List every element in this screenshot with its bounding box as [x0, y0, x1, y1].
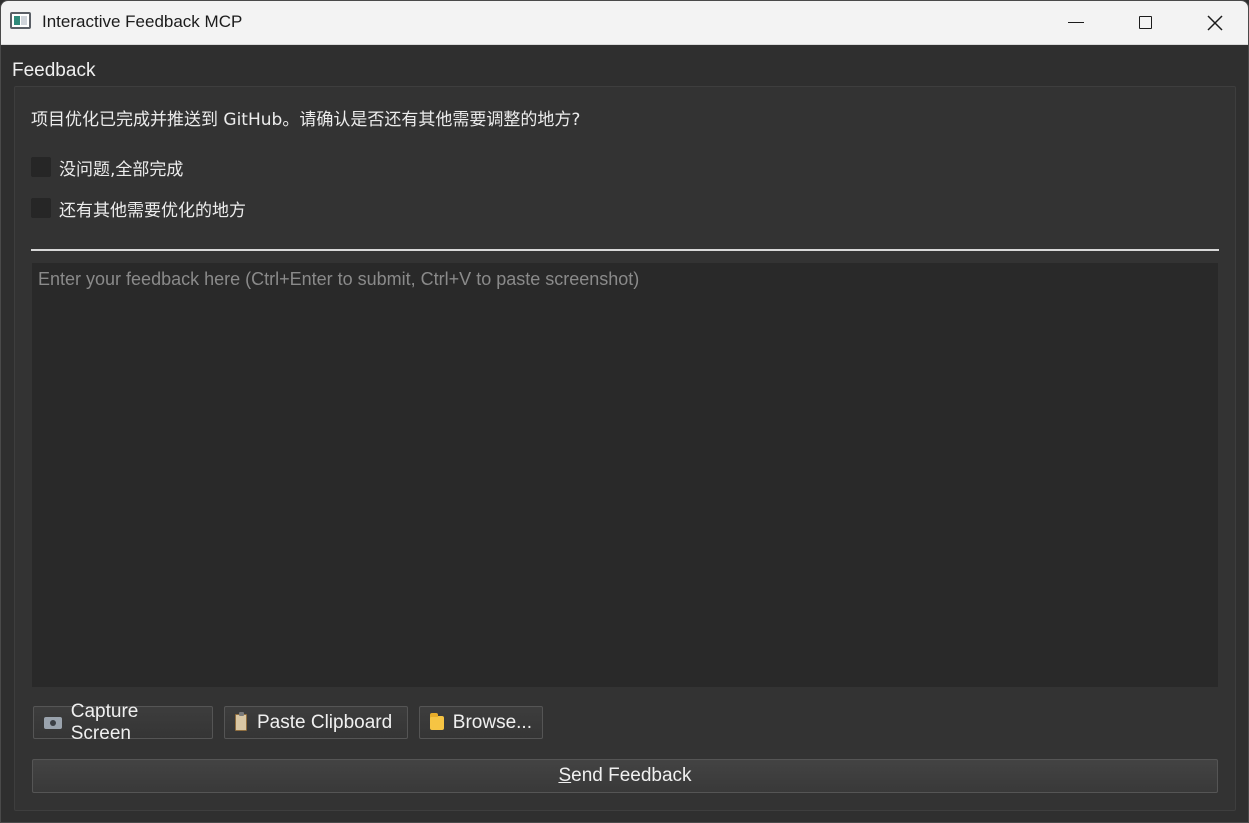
- maximize-icon: [1138, 16, 1152, 29]
- browse-button[interactable]: Browse...: [419, 706, 543, 739]
- minimize-icon: [1068, 22, 1084, 23]
- clipboard-icon: [235, 712, 247, 731]
- option-checkbox[interactable]: [31, 157, 51, 177]
- camera-icon: [44, 716, 62, 729]
- capture-screen-button[interactable]: Capture Screen: [33, 701, 213, 744]
- option-checkbox[interactable]: [31, 198, 51, 218]
- separator-line: [31, 249, 1219, 251]
- send-feedback-button[interactable]: Send Feedback: [32, 759, 1218, 793]
- send-label: end Feedback: [571, 765, 692, 786]
- folder-icon: [430, 712, 444, 730]
- title-bar[interactable]: Interactive Feedback MCP: [1, 1, 1248, 45]
- close-icon: [1207, 14, 1223, 31]
- browse-label: Browse...: [452, 711, 532, 733]
- option-all-done[interactable]: 没问题,全部完成: [31, 156, 184, 180]
- option-label: 没问题,全部完成: [59, 159, 184, 180]
- option-label: 还有其他需要优化的地方: [59, 200, 246, 221]
- feedback-input[interactable]: [32, 263, 1218, 687]
- send-mnemonic: S: [558, 765, 572, 786]
- maximize-button[interactable]: [1110, 1, 1180, 44]
- question-text: 项目优化已完成并推送到 GitHub。请确认是否还有其他需要调整的地方?: [31, 110, 581, 130]
- paste-clipboard-button[interactable]: Paste Clipboard: [224, 706, 408, 739]
- window-title: Interactive Feedback MCP: [42, 12, 243, 31]
- capture-screen-label: Capture Screen: [70, 700, 139, 744]
- feedback-window: Interactive Feedback MCP Feedback 项目优化已完…: [0, 0, 1249, 823]
- option-more-optimization[interactable]: 还有其他需要优化的地方: [31, 197, 246, 221]
- minimize-button[interactable]: [1041, 1, 1111, 44]
- feedback-group-label: Feedback: [12, 60, 96, 81]
- paste-clipboard-label: Paste Clipboard: [257, 711, 393, 733]
- close-button[interactable]: [1180, 1, 1248, 44]
- app-window-icon: [10, 12, 31, 29]
